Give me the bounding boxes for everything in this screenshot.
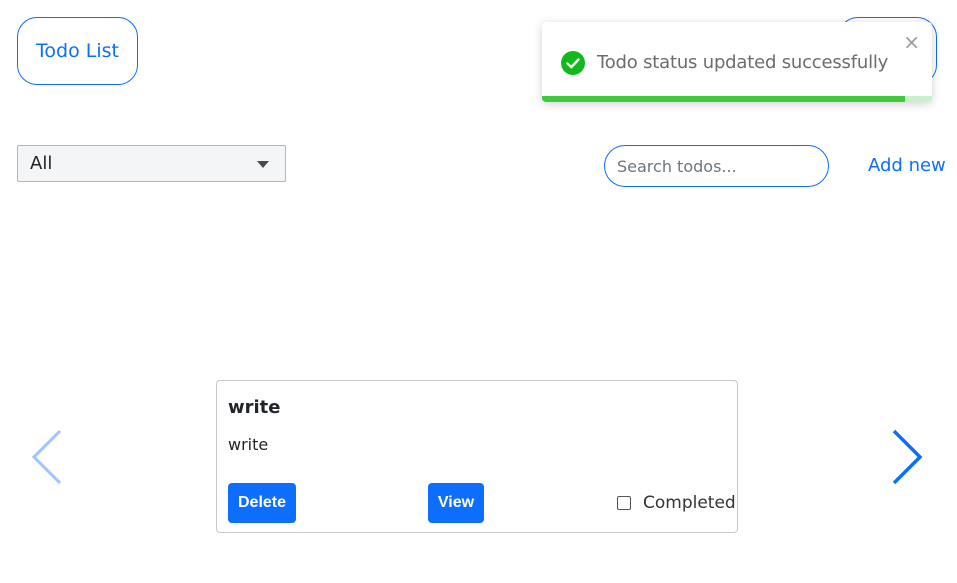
search-input[interactable] [604, 145, 829, 187]
todo-card: write write Delete View Completed [216, 380, 738, 533]
toast-notification: Todo status updated successfully × [542, 22, 932, 102]
delete-button[interactable]: Delete [228, 483, 296, 523]
completed-toggle[interactable]: Completed [617, 493, 736, 513]
todo-list-button[interactable]: Todo List [17, 17, 138, 85]
filter-selected-value: All [30, 153, 53, 174]
toast-progress-bar [542, 96, 905, 102]
toast-message: Todo status updated successfully [597, 52, 889, 73]
add-new-link[interactable]: Add new [868, 155, 946, 176]
chevron-left-icon[interactable] [30, 428, 64, 486]
todo-description: write [228, 435, 269, 454]
todo-title: write [228, 397, 281, 418]
chevron-right-icon[interactable] [890, 428, 924, 486]
view-button[interactable]: View [428, 483, 484, 523]
caret-down-icon [257, 161, 269, 168]
close-icon[interactable]: × [903, 32, 920, 52]
completed-checkbox[interactable] [617, 496, 631, 510]
status-filter-select[interactable]: All [17, 145, 286, 182]
completed-label: Completed [643, 493, 736, 513]
check-circle-icon [561, 51, 585, 75]
